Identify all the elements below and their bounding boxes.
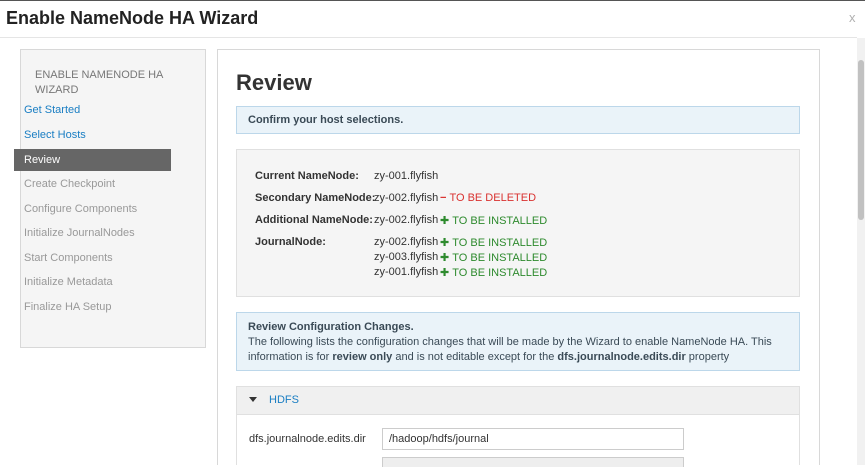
header-divider bbox=[0, 37, 857, 38]
sidebar-item-initialize-journalnodes: Initialize JournalNodes bbox=[24, 227, 135, 239]
journalnode-status: ✚ TO BE INSTALLED bbox=[440, 236, 547, 249]
config-changes-alert: Review Configuration Changes. The follow… bbox=[236, 312, 800, 371]
sidebar-item-finalize-ha-setup: Finalize HA Setup bbox=[24, 301, 112, 313]
hdfs-config-panel: HDFS bbox=[236, 386, 800, 465]
sidebar-item-start-components: Start Components bbox=[24, 252, 113, 264]
plus-icon: ✚ bbox=[440, 215, 450, 227]
additional-namenode-label: Additional NameNode: bbox=[255, 214, 373, 226]
config-alert-text-part: property bbox=[685, 351, 730, 363]
journalnode-edits-dir-input[interactable] bbox=[382, 428, 684, 450]
sidebar-item-initialize-metadata: Initialize Metadata bbox=[24, 276, 113, 288]
config-alert-text-part: and is not editable except for the bbox=[392, 351, 558, 363]
status-text: TO BE INSTALLED bbox=[452, 237, 548, 249]
journalnode-host: zy-002.flyfish bbox=[374, 236, 439, 248]
hdfs-section-toggle[interactable]: HDFS bbox=[237, 387, 799, 415]
status-text: TO BE INSTALLED bbox=[452, 215, 548, 227]
top-border bbox=[0, 0, 865, 1]
plus-icon: ✚ bbox=[440, 252, 450, 264]
close-icon[interactable]: x bbox=[849, 10, 856, 25]
plus-icon: ✚ bbox=[440, 267, 450, 279]
journalnode-status: ✚ TO BE INSTALLED bbox=[440, 251, 547, 264]
status-text: TO BE DELETED bbox=[449, 192, 537, 204]
status-text: TO BE INSTALLED bbox=[452, 252, 548, 264]
config-alert-property-name: dfs.journalnode.edits.dir bbox=[557, 351, 686, 363]
page-title: Review bbox=[236, 70, 312, 95]
additional-namenode-host: zy-002.flyfish bbox=[374, 214, 439, 226]
sidebar-item-get-started[interactable]: Get Started bbox=[14, 99, 171, 121]
journalnode-host: zy-001.flyfish bbox=[374, 266, 439, 278]
journalnode-label: JournalNode: bbox=[255, 236, 326, 248]
sidebar-item-create-checkpoint: Create Checkpoint bbox=[24, 178, 116, 190]
hdfs-section-label[interactable]: HDFS bbox=[269, 394, 299, 406]
journalnode-edits-dir-label: dfs.journalnode.edits.dir bbox=[249, 433, 366, 445]
config-alert-title: Review Configuration Changes. bbox=[248, 321, 414, 333]
secondary-namenode-status: − TO BE DELETED bbox=[440, 192, 536, 204]
modal-title: Enable NameNode HA Wizard bbox=[6, 8, 259, 28]
scrollbar[interactable] bbox=[857, 38, 865, 465]
current-namenode-host: zy-001.flyfish bbox=[374, 170, 439, 182]
journalnode-status: ✚ TO BE INSTALLED bbox=[440, 266, 547, 279]
confirm-alert: Confirm your host selections. bbox=[236, 106, 800, 134]
current-namenode-label: Current NameNode: bbox=[255, 170, 359, 182]
sidebar-header: ENABLE NAMENODE HA WIZARD bbox=[35, 69, 163, 96]
secondary-namenode-label: Secondary NameNode: bbox=[255, 192, 376, 204]
sidebar-item-configure-components: Configure Components bbox=[24, 203, 138, 215]
sidebar-item-review[interactable]: Review bbox=[14, 149, 171, 171]
plus-icon: ✚ bbox=[440, 237, 450, 249]
additional-namenode-status: ✚ TO BE INSTALLED bbox=[440, 214, 547, 227]
config-alert-review-only: review only bbox=[332, 351, 393, 363]
status-text: TO BE INSTALLED bbox=[452, 267, 548, 279]
sidebar-item-select-hosts[interactable]: Select Hosts bbox=[14, 124, 171, 146]
scrollbar-thumb[interactable] bbox=[858, 60, 864, 220]
minus-icon: − bbox=[440, 192, 447, 204]
config-alert-text: The following lists the configuration ch… bbox=[248, 335, 789, 365]
caret-down-icon bbox=[249, 397, 257, 402]
journalnode-host: zy-003.flyfish bbox=[374, 251, 439, 263]
next-property-field bbox=[382, 457, 684, 467]
secondary-namenode-host: zy-002.flyfish bbox=[374, 192, 439, 204]
